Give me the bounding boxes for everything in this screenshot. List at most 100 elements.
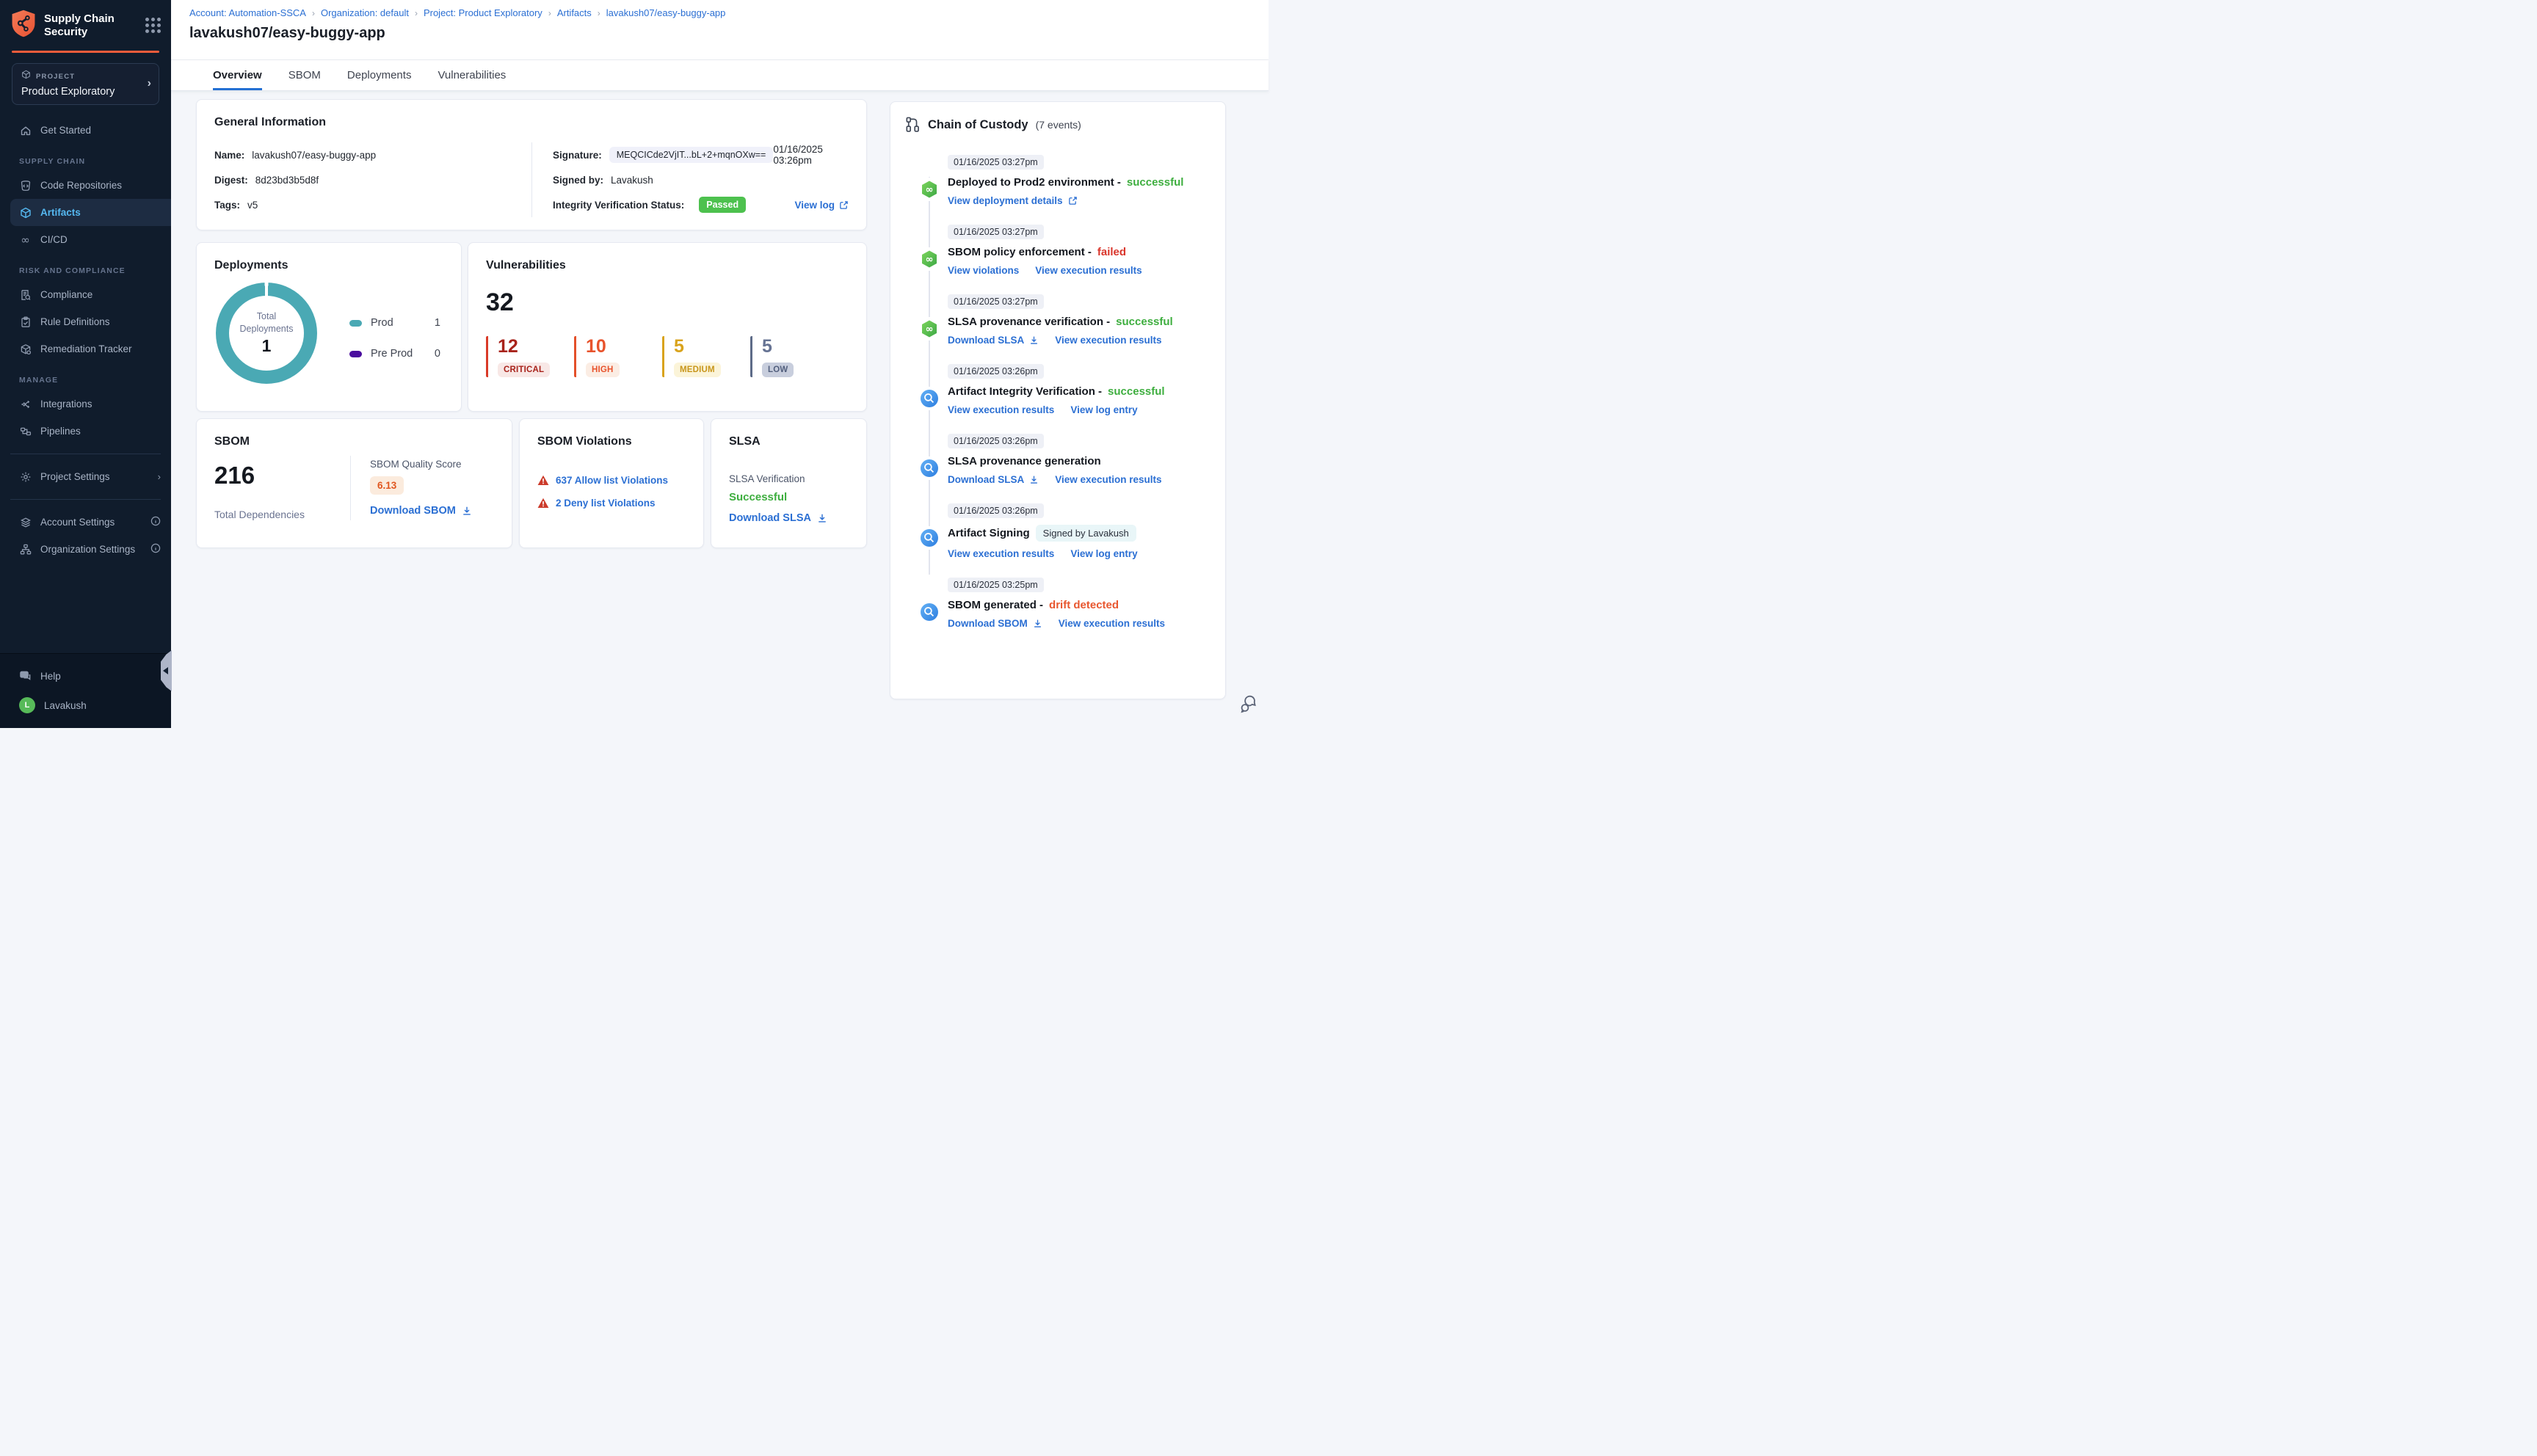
view-log-link[interactable]: View log — [794, 200, 849, 211]
view-execution-results-link[interactable]: View execution results — [1055, 474, 1161, 485]
sidebar-item-code-repositories[interactable]: Code Repositories — [0, 172, 171, 199]
breadcrumb-project[interactable]: Project: Product Exploratory — [424, 7, 542, 18]
download-icon — [819, 514, 826, 523]
deny-list-violations-row: 2 Deny list Violations — [537, 498, 686, 509]
event-timestamp: 01/16/2025 03:26pm — [948, 364, 1044, 379]
sidebar-item-account-settings[interactable]: Account Settings — [0, 509, 171, 536]
tab-deployments[interactable]: Deployments — [347, 60, 412, 90]
chain-title: Chain of Custody — [928, 117, 1028, 131]
sbom-total-label: Total Dependencies — [214, 509, 305, 520]
view-violations-link[interactable]: View violations — [948, 265, 1019, 276]
integrity-status-label: Integrity Verification Status: — [553, 199, 685, 211]
sidebar-bottom: ? Help L Lavakush — [0, 653, 171, 728]
remediation-box-icon — [19, 343, 32, 355]
deny-list-violations-link[interactable]: 2 Deny list Violations — [556, 498, 656, 509]
view-execution-results-link[interactable]: View execution results — [1035, 265, 1142, 276]
legend-item-preprod: Pre Prod 0 — [349, 348, 440, 360]
tab-overview[interactable]: Overview — [213, 60, 262, 90]
breadcrumb-separator: › — [597, 7, 600, 18]
sidebar-item-label: Get Started — [40, 125, 92, 136]
code-repository-icon — [19, 179, 32, 192]
external-link-icon — [840, 200, 848, 209]
warning-triangle-icon — [537, 475, 549, 485]
tags-label: Tags: — [214, 199, 241, 211]
avatar: L — [19, 697, 35, 713]
view-execution-results-link[interactable]: View execution results — [1055, 335, 1161, 346]
download-slsa-link[interactable]: Download SLSA — [948, 335, 1039, 346]
download-sbom-link[interactable]: Download SBOM — [948, 618, 1042, 629]
svg-text:∞: ∞ — [926, 185, 934, 196]
sidebar-item-remediation-tracker[interactable]: Remediation Tracker — [0, 335, 171, 363]
scan-circle-icon — [920, 389, 939, 408]
signature-value[interactable]: MEQCICde2VjIT...bL+2+mqnOXw== — [609, 147, 774, 163]
project-name: Product Exploratory — [21, 86, 115, 98]
timeline-event: ∞ 01/16/2025 03:27pm SBOM policy enforce… — [905, 225, 1211, 276]
organization-settings-icon — [19, 543, 32, 556]
event-timestamp: 01/16/2025 03:27pm — [948, 294, 1044, 309]
tab-vulnerabilities[interactable]: Vulnerabilities — [438, 60, 506, 90]
download-slsa-link[interactable]: Download SLSA — [948, 474, 1039, 485]
chat-widget-button[interactable] — [1238, 694, 1258, 718]
view-log-entry-link[interactable]: View log entry — [1070, 548, 1137, 559]
sidebar-item-integrations[interactable]: Integrations — [0, 390, 171, 418]
download-sbom-link[interactable]: Download SBOM — [370, 505, 494, 517]
breadcrumb-account[interactable]: Account: Automation-SSCA — [189, 7, 306, 18]
sidebar-item-pipelines[interactable]: Pipelines — [0, 418, 171, 445]
sidebar-item-organization-settings[interactable]: Organization Settings — [0, 536, 171, 563]
severity-count: 10 — [586, 336, 606, 357]
sidebar-item-artifacts[interactable]: Artifacts — [10, 199, 171, 226]
cicd-infinity-icon: ∞ — [21, 233, 30, 247]
sidebar-item-get-started[interactable]: Get Started — [0, 117, 171, 144]
svg-text:∞: ∞ — [926, 255, 934, 266]
tab-sbom[interactable]: SBOM — [288, 60, 321, 90]
scan-circle-icon — [920, 603, 939, 622]
chain-events-count: (7 events) — [1035, 119, 1081, 131]
download-slsa-link[interactable]: Download SLSA — [729, 512, 849, 524]
sidebar-item-help[interactable]: ? Help — [0, 663, 171, 690]
card-title: Deployments — [214, 259, 288, 272]
sidebar-item-label: Pipelines — [40, 426, 81, 437]
warning-triangle-icon — [537, 498, 549, 508]
breadcrumb-separator: › — [311, 7, 315, 18]
info-icon — [150, 516, 161, 528]
severity-count: 5 — [762, 336, 772, 357]
breadcrumb-current[interactable]: lavakush07/easy-buggy-app — [606, 7, 726, 18]
event-title: SBOM policy enforcement - — [948, 246, 1092, 258]
download-icon — [1034, 619, 1041, 627]
breadcrumb-artifacts[interactable]: Artifacts — [557, 7, 592, 18]
app-switcher-grid-icon[interactable] — [145, 18, 161, 33]
severity-count: 12 — [498, 336, 518, 357]
severity-badge: LOW — [762, 363, 794, 377]
sidebar-item-project-settings[interactable]: Project Settings › — [0, 463, 171, 490]
sidebar-item-user[interactable]: L Lavakush — [0, 690, 171, 721]
view-execution-results-link[interactable]: View execution results — [948, 404, 1054, 415]
timeline-event: 01/16/2025 03:26pm SLSA provenance gener… — [905, 434, 1211, 485]
sidebar-item-label: Rule Definitions — [40, 316, 110, 327]
view-execution-results-link[interactable]: View execution results — [1059, 618, 1165, 629]
slsa-card: SLSA SLSA Verification Successful Downlo… — [711, 418, 867, 548]
severity-count: 5 — [674, 336, 684, 357]
sidebar-item-compliance[interactable]: Compliance — [0, 281, 171, 308]
sidebar-item-cicd[interactable]: ∞ CI/CD — [0, 226, 171, 253]
deployments-card: Deployments Total Deployments 1 Prod 1 P… — [196, 242, 462, 412]
view-log-entry-link[interactable]: View log entry — [1070, 404, 1137, 415]
deployments-donut-chart: Total Deployments 1 — [216, 283, 317, 384]
severity-badge: HIGH — [586, 363, 620, 377]
project-selector[interactable]: PROJECT Product Exploratory › — [12, 63, 159, 105]
breadcrumb-organization[interactable]: Organization: default — [321, 7, 409, 18]
event-timestamp: 01/16/2025 03:26pm — [948, 434, 1044, 448]
sidebar-item-label: Remediation Tracker — [40, 343, 132, 354]
event-status: failed — [1097, 246, 1127, 258]
digest-label: Digest: — [214, 174, 248, 186]
chevron-right-icon: › — [157, 471, 161, 482]
home-icon — [19, 124, 32, 136]
allow-list-violations-link[interactable]: 637 Allow list Violations — [556, 475, 668, 486]
legend-value: 0 — [434, 348, 440, 360]
card-title: Vulnerabilities — [486, 259, 566, 272]
view-deployment-details-link[interactable]: View deployment details — [948, 195, 1078, 206]
sidebar-item-rule-definitions[interactable]: Rule Definitions — [0, 308, 171, 335]
signature-label: Signature: — [553, 149, 602, 161]
event-title: Artifact Signing — [948, 527, 1030, 539]
sbom-quality-label: SBOM Quality Score — [370, 459, 462, 470]
view-execution-results-link[interactable]: View execution results — [948, 548, 1054, 559]
